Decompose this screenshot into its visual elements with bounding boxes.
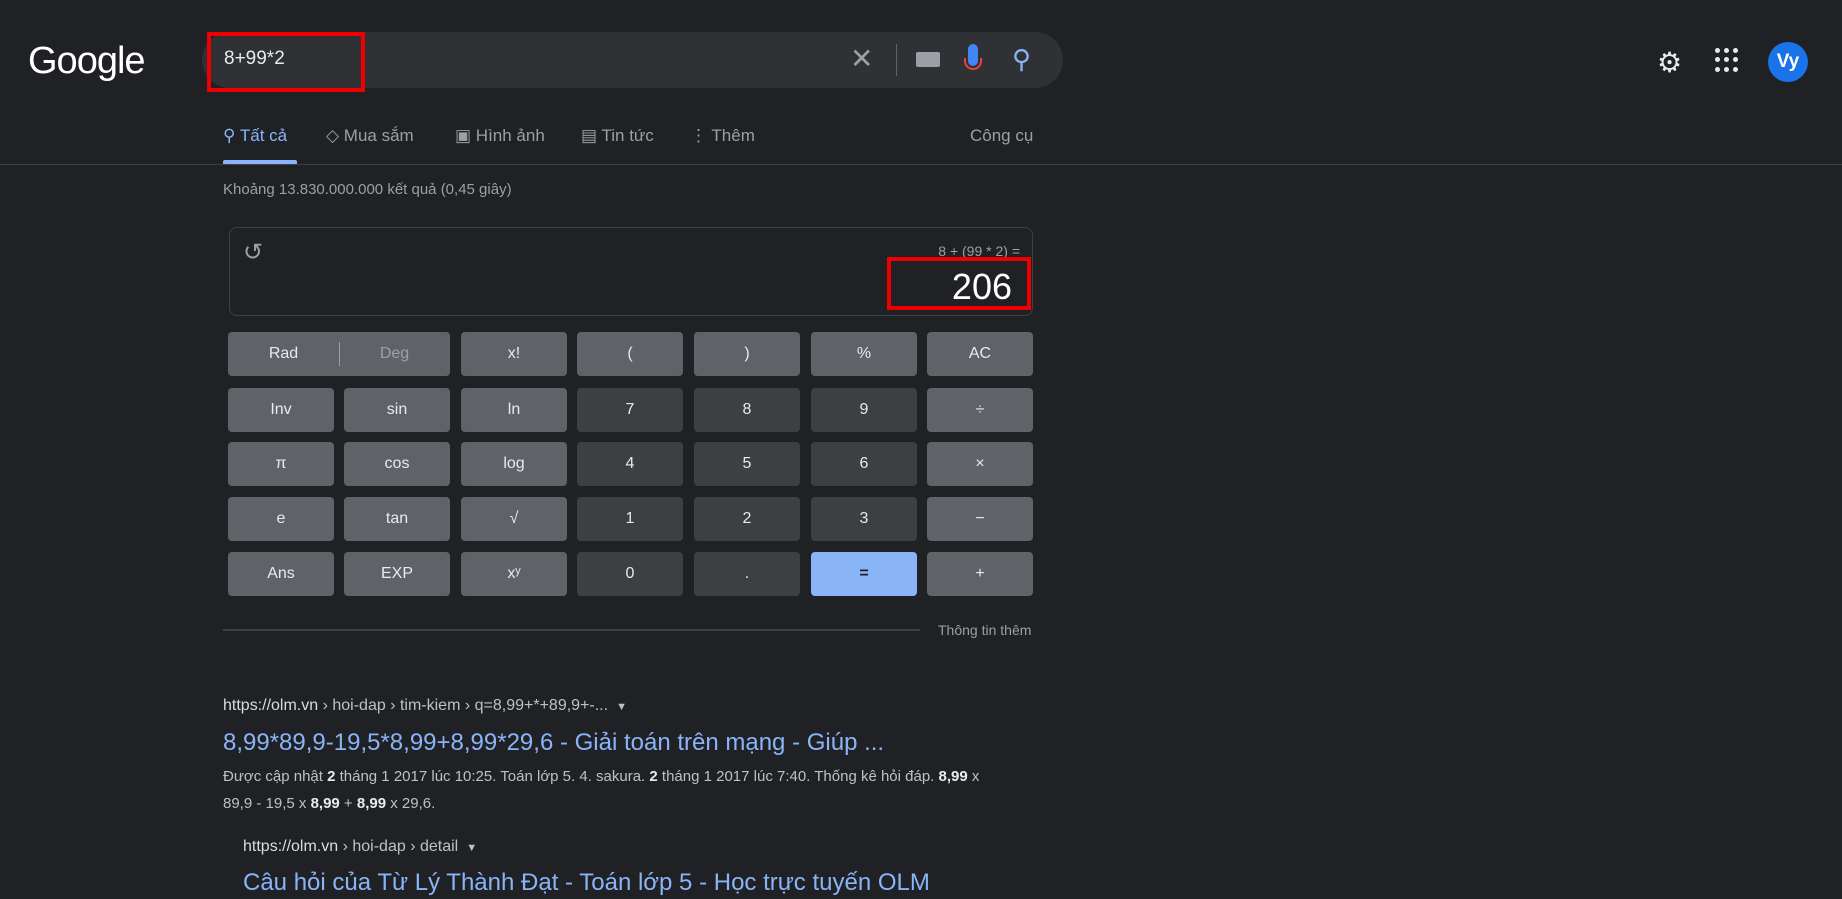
snippet-text: Được cập nhật [223,768,328,785]
snippet-text: 2 [649,768,658,785]
calc-key[interactable]: 5 [694,442,800,486]
calc-key[interactable]: Inv [228,388,334,432]
calc-key[interactable]: ( [577,332,683,376]
search-icon: ⚲ [223,126,240,145]
calc-key[interactable]: √ [461,497,567,541]
tab-news[interactable]: ▤ Tin tức [581,126,654,146]
calc-key[interactable]: ÷ [927,388,1033,432]
settings-icon[interactable]: ⚙ [1657,46,1682,79]
calc-key[interactable]: Ans [228,552,334,596]
calc-key[interactable]: log [461,442,567,486]
tab-shopping[interactable]: ◇ Mua sắm [326,126,414,146]
calc-key[interactable]: + [927,552,1033,596]
tag-icon: ◇ [326,126,344,145]
calc-key[interactable]: % [811,332,917,376]
calc-key[interactable]: ln [461,388,567,432]
snippet-text: x 29,6. [386,795,436,812]
keyboard-icon[interactable] [916,52,940,67]
calc-key[interactable]: 3 [811,497,917,541]
calc-key[interactable]: π [228,442,334,486]
history-icon[interactable]: ↺ [243,238,263,267]
calc-key[interactable]: 4 [577,442,683,486]
calc-key[interactable]: cos [344,442,450,486]
result-title[interactable]: 8,99*89,9-19,5*8,99+8,99*29,6 - Giải toá… [223,729,884,757]
divider [223,629,920,631]
snippet-text: 8,99 [938,768,968,785]
header-divider [0,164,1842,165]
calc-key[interactable]: EXP [344,552,450,596]
calc-key[interactable]: 6 [811,442,917,486]
calc-key[interactable]: 9 [811,388,917,432]
calc-key[interactable]: − [927,497,1033,541]
snippet-text: tháng 1 2017 lúc 7:40. Thống kê hỏi đáp. [657,768,939,785]
search-icon[interactable]: ⚲ [1012,44,1031,75]
highlight-box [887,257,1031,310]
image-icon: ▣ [455,126,476,145]
calc-key[interactable]: 2 [694,497,800,541]
calc-key[interactable]: . [694,552,800,596]
calc-key[interactable]: xʸ [461,552,567,596]
tab-images[interactable]: ▣ Hình ảnh [455,126,545,146]
calc-key[interactable]: 8 [694,388,800,432]
calc-key[interactable]: e [228,497,334,541]
result-stats: Khoảng 13.830.000.000 kết quả (0,45 giây… [223,181,512,198]
tools-button[interactable]: Công cụ [970,126,1033,146]
clear-icon[interactable]: ✕ [850,42,873,75]
result-title[interactable]: Câu hỏi của Từ Lý Thành Đạt - Toán lớp 5… [243,869,930,897]
calc-key[interactable]: x! [461,332,567,376]
calc-key[interactable]: × [927,442,1033,486]
snippet-text: tháng 1 2017 lúc 10:25. Toán lớp 5. 4. s… [335,768,650,785]
calc-key[interactable]: = [811,552,917,596]
calc-key[interactable]: sin [344,388,450,432]
calc-key[interactable]: tan [344,497,450,541]
more-info-link[interactable]: Thông tin thêm [938,622,1031,638]
calc-key[interactable]: 7 [577,388,683,432]
result-snippet: Được cập nhật 2 tháng 1 2017 lúc 10:25. … [223,763,983,817]
calc-key[interactable]: 1 [577,497,683,541]
calc-key[interactable]: 0 [577,552,683,596]
snippet-text: 8,99 [356,795,387,812]
more-vert-icon: ⋮ [690,126,712,145]
divider [896,44,897,76]
deg-label[interactable]: Deg [340,345,450,363]
snippet-text: + [339,795,357,812]
calc-key[interactable]: AC [927,332,1033,376]
snippet-text: 8,99 [310,795,340,812]
tab-all[interactable]: ⚲ Tất cả [223,126,287,146]
google-logo[interactable]: Google [28,40,146,83]
highlight-box [207,32,365,92]
avatar[interactable]: Vy [1768,42,1808,82]
tab-more[interactable]: ⋮ Thêm [690,126,755,146]
calc-key[interactable]: ) [694,332,800,376]
result-url: https://olm.vn › hoi-dap › tim-kiem › q=… [223,697,627,714]
apps-icon[interactable] [1715,48,1739,72]
rad-label[interactable]: Rad [229,345,339,363]
news-icon: ▤ [581,126,602,145]
caret-down-icon[interactable]: ▼ [466,842,477,854]
caret-down-icon[interactable]: ▼ [616,701,627,713]
result-url: https://olm.vn › hoi-dap › detail ▼ [243,838,478,855]
rad-deg-toggle[interactable]: Rad Deg [228,332,450,376]
